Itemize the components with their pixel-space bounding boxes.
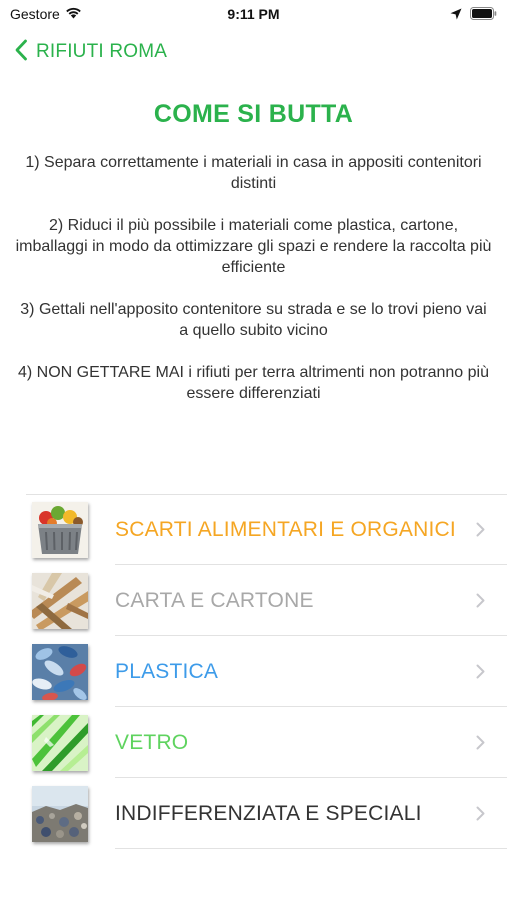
category-row-plastica[interactable]: PLASTICA [26, 636, 507, 707]
back-button[interactable]: RIFIUTI ROMA [14, 36, 167, 68]
chevron-right-icon [476, 593, 485, 613]
location-arrow-icon [450, 7, 462, 25]
instruction-step: 3) Gettali nell'apposito contenitore su … [20, 301, 487, 339]
status-time: 9:11 PM [227, 6, 280, 22]
status-right [450, 7, 497, 25]
category-row-vetro[interactable]: VETRO [26, 707, 507, 778]
glass-icon [32, 715, 88, 771]
category-label: INDIFFERENZIATA E SPECIALI [115, 802, 422, 825]
category-row-indifferenziata[interactable]: INDIFFERENZIATA E SPECIALI [26, 778, 507, 849]
chevron-right-icon [476, 806, 485, 826]
plastic-bottles-icon [32, 644, 88, 700]
row-divider [115, 848, 507, 849]
organic-bin-icon [32, 502, 88, 558]
instruction-step: 1) Separa correttamente i materiali in c… [25, 154, 482, 192]
category-label: PLASTICA [115, 660, 219, 683]
battery-icon [470, 7, 497, 25]
category-row-organico[interactable]: SCARTI ALIMENTARI E ORGANICI [26, 494, 507, 565]
category-label: SCARTI ALIMENTARI E ORGANICI [115, 518, 456, 541]
cardboard-icon [32, 573, 88, 629]
category-label: CARTA E CARTONE [115, 589, 314, 612]
chevron-right-icon [476, 522, 485, 542]
instructions-list: 1) Separa correttamente i materiali in c… [14, 152, 493, 425]
category-row-carta[interactable]: CARTA E CARTONE [26, 565, 507, 636]
instruction-step: 4) NON GETTARE MAI i rifiuti per terra a… [18, 364, 489, 402]
category-label: VETRO [115, 731, 189, 754]
chevron-right-icon [476, 664, 485, 684]
category-list: SCARTI ALIMENTARI E ORGANICI CARTA E CAR… [26, 494, 507, 849]
landfill-icon [32, 786, 88, 842]
instruction-step: 2) Riduci il più possibile i materiali c… [15, 217, 492, 276]
status-bar: Gestore 9:11 PM [0, 0, 507, 30]
chevron-right-icon [476, 735, 485, 755]
back-button-label: RIFIUTI ROMA [36, 41, 168, 62]
chevron-left-icon [14, 39, 28, 66]
page-title: COME SI BUTTA [153, 100, 354, 128]
